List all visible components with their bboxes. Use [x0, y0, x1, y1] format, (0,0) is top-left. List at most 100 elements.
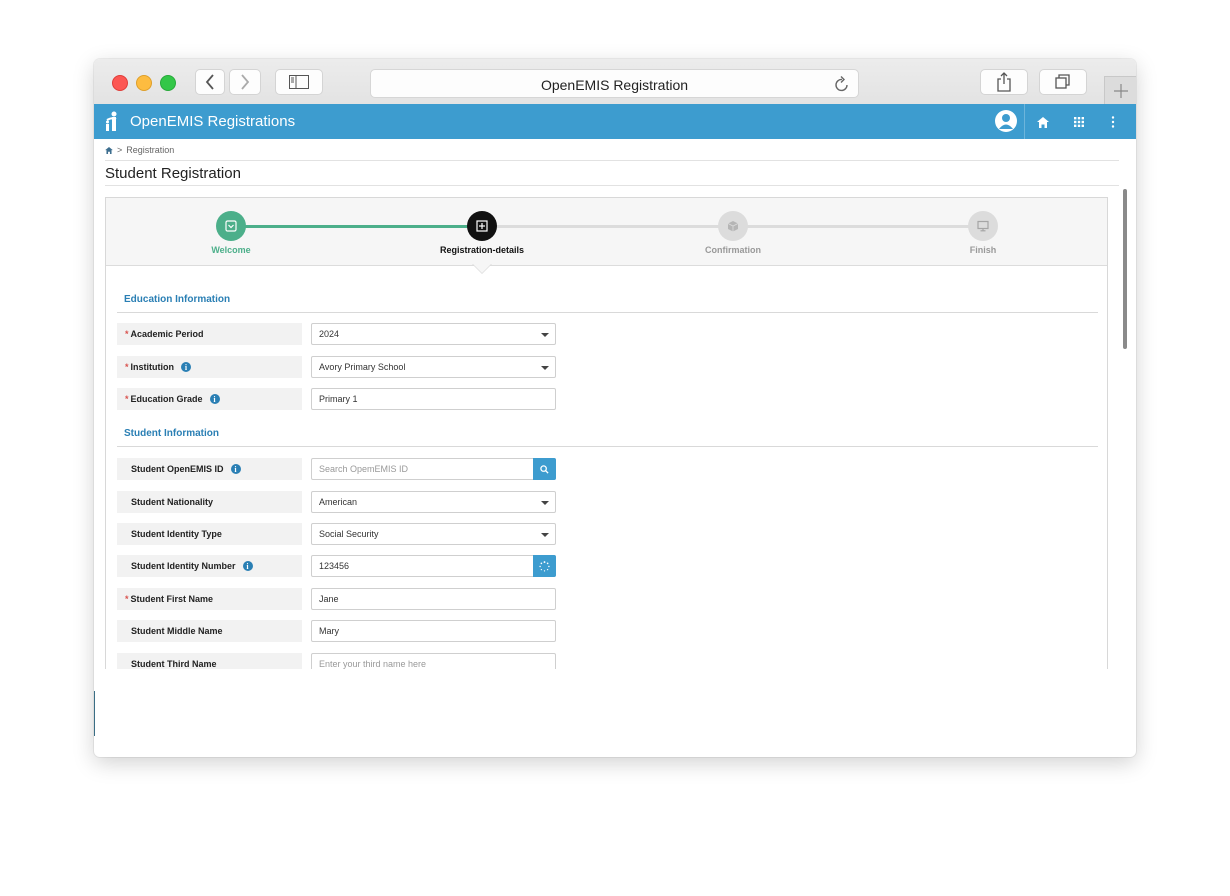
- apps-button[interactable]: [1070, 113, 1088, 131]
- middle-name-field[interactable]: Mary: [311, 620, 556, 642]
- user-avatar[interactable]: [995, 110, 1017, 132]
- verify-button[interactable]: [533, 555, 556, 577]
- wizard-step-welcome[interactable]: [216, 211, 246, 241]
- identity-type-select[interactable]: Social Security: [311, 523, 556, 545]
- info-icon[interactable]: i: [209, 394, 220, 404]
- nationality-value: American: [319, 497, 358, 507]
- back-button[interactable]: [195, 69, 225, 95]
- sidebar-icon: [289, 75, 309, 89]
- openemis-id-placeholder: Search OpemEMIS ID: [319, 464, 409, 474]
- wizard-step-finish[interactable]: [968, 211, 998, 241]
- divider: [105, 160, 1119, 161]
- identity-type-value: Social Security: [319, 529, 379, 539]
- caret-down-icon: [541, 333, 549, 337]
- chevron-right-icon: [241, 74, 250, 90]
- grid-icon: [1074, 117, 1084, 127]
- required-marker: *: [125, 329, 129, 339]
- search-button[interactable]: [533, 458, 556, 480]
- breadcrumb: > Registration: [105, 145, 174, 155]
- zoom-window-button[interactable]: [160, 75, 176, 91]
- institution-value: Avory Primary School: [319, 362, 406, 372]
- chevron-left-icon: [205, 74, 214, 90]
- required-marker: *: [125, 394, 129, 404]
- window-edge-marker: [94, 691, 95, 736]
- field-label: Student Nationality: [117, 491, 302, 513]
- tab-overview-button[interactable]: [1039, 69, 1087, 95]
- academic-period-label: Academic Period: [130, 329, 204, 339]
- box-icon: [727, 221, 739, 232]
- plus-icon: [1114, 84, 1128, 98]
- education-grade-value: Primary 1: [319, 394, 358, 404]
- inbox-icon: [225, 220, 237, 232]
- monitor-icon: [977, 220, 989, 232]
- breadcrumb-current: Registration: [126, 145, 175, 155]
- middle-name-value: Mary: [319, 626, 339, 636]
- section-divider: [117, 446, 1098, 447]
- address-bar[interactable]: OpenEMIS Registration: [370, 69, 859, 98]
- wizard-step-label: Confirmation: [705, 245, 761, 255]
- field-label: * Student First Name: [117, 588, 302, 610]
- third-name-label: Student Third Name: [131, 659, 217, 669]
- info-icon[interactable]: i: [242, 561, 253, 571]
- nationality-select[interactable]: American: [311, 491, 556, 513]
- info-icon[interactable]: i: [230, 464, 241, 474]
- identity-number-label: Student Identity Number: [131, 561, 236, 571]
- minimize-window-button[interactable]: [136, 75, 152, 91]
- close-window-button[interactable]: [112, 75, 128, 91]
- app-title[interactable]: OpenEMIS Registrations: [130, 113, 295, 130]
- vertical-scrollbar[interactable]: [1123, 189, 1127, 349]
- sidebar-toggle-button[interactable]: [275, 69, 323, 95]
- identity-number-field[interactable]: 123456: [311, 555, 556, 577]
- search-icon: [540, 464, 549, 474]
- caret-down-icon: [541, 501, 549, 505]
- share-button[interactable]: [980, 69, 1028, 95]
- address-title: OpenEMIS Registration: [540, 77, 689, 93]
- new-tab-button[interactable]: [1104, 76, 1136, 105]
- third-name-field[interactable]: Enter your third name here: [311, 653, 556, 669]
- header-divider: [1024, 104, 1025, 139]
- identity-number-value: 123456: [319, 561, 350, 571]
- registration-panel: Welcome Registration-details Confirmatio…: [105, 197, 1108, 669]
- field-label: Student Middle Name: [117, 620, 302, 642]
- openemis-id-search-input[interactable]: Search OpemEMIS ID: [311, 458, 556, 480]
- home-icon[interactable]: [105, 146, 113, 154]
- openemis-id-label: Student OpenEMIS ID: [131, 464, 224, 474]
- more-options-button[interactable]: [1104, 113, 1122, 131]
- wizard-step-confirmation[interactable]: [718, 211, 748, 241]
- first-name-field[interactable]: Jane: [311, 588, 556, 610]
- institution-select[interactable]: Avory Primary School: [311, 356, 556, 378]
- middle-name-label: Student Middle Name: [131, 626, 223, 636]
- tabs-icon: [1055, 74, 1070, 89]
- forward-button[interactable]: [229, 69, 261, 95]
- wizard-step-label: Finish: [969, 245, 997, 255]
- home-button[interactable]: [1034, 113, 1052, 131]
- section-divider: [117, 312, 1098, 313]
- field-label: Student OpenEMIS ID i: [117, 458, 302, 480]
- field-label: Student Identity Number i: [117, 555, 302, 577]
- browser-window: OpenEMIS Registration OpenEMIS Registrat…: [94, 59, 1136, 757]
- info-icon[interactable]: i: [181, 362, 192, 372]
- nationality-label: Student Nationality: [131, 497, 214, 507]
- wizard-step-label: Welcome: [211, 245, 251, 255]
- wizard-step-label: Registration-details: [439, 245, 524, 255]
- first-name-value: Jane: [319, 594, 339, 604]
- academic-period-select[interactable]: 2024: [311, 323, 556, 345]
- field-label: Student Identity Type: [117, 523, 302, 545]
- spinner-icon: [539, 560, 550, 572]
- home-icon: [1037, 116, 1049, 128]
- main-content: > Registration Student Registration Welc…: [94, 139, 1136, 669]
- reload-icon[interactable]: [834, 75, 850, 93]
- wizard-steps: Welcome Registration-details Confirmatio…: [106, 198, 1107, 266]
- app-header: OpenEMIS Registrations: [94, 104, 1136, 139]
- breadcrumb-separator: >: [117, 145, 123, 155]
- share-icon: [997, 72, 1011, 92]
- section-heading-student: Student Information: [124, 428, 219, 439]
- more-vertical-icon: [1111, 116, 1115, 128]
- form-icon: [476, 220, 488, 232]
- browser-toolbar: OpenEMIS Registration: [94, 59, 1136, 105]
- wizard-step-registration-details[interactable]: [467, 211, 497, 241]
- education-grade-label: Education Grade: [130, 394, 203, 404]
- caret-down-icon: [541, 533, 549, 537]
- identity-type-label: Student Identity Type: [131, 529, 222, 539]
- education-grade-field[interactable]: Primary 1: [311, 388, 556, 410]
